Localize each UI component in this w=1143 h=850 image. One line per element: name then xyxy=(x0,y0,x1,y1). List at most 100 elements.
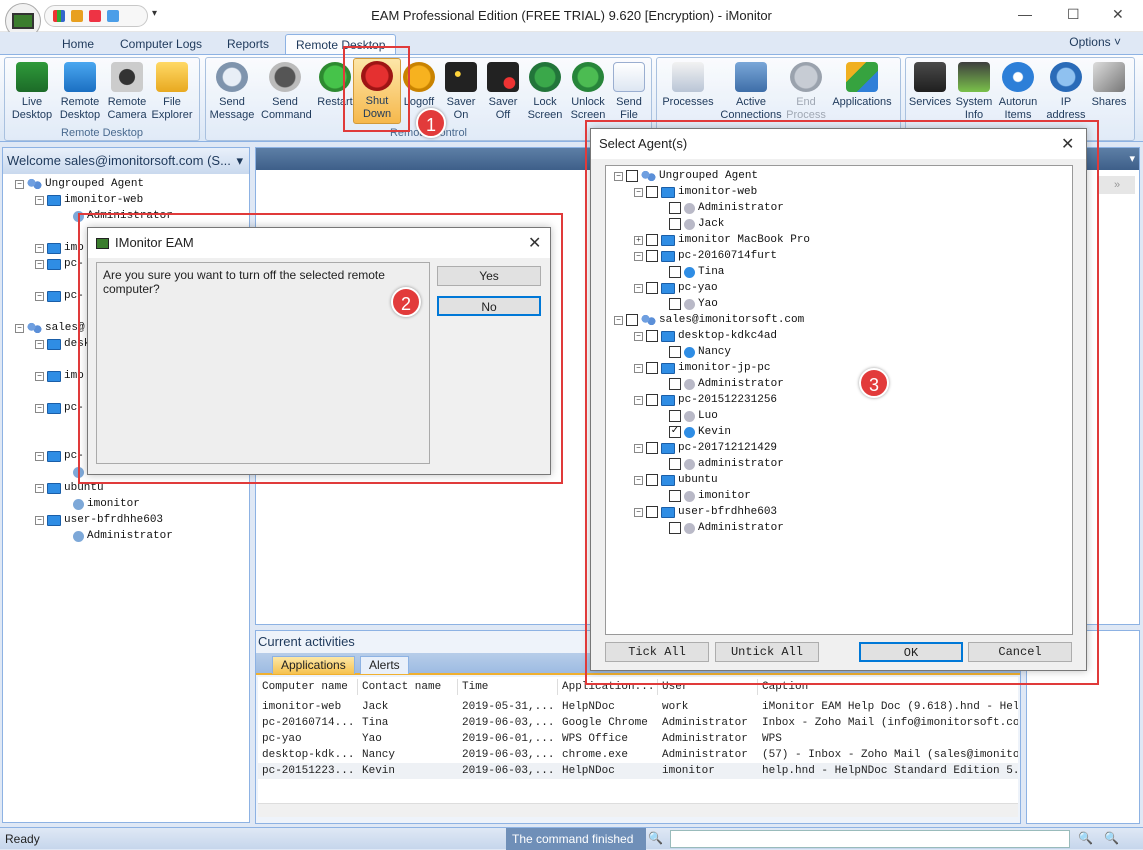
minimize-button[interactable]: — xyxy=(1018,6,1032,22)
ip-address-button[interactable]: IP address xyxy=(1042,60,1090,122)
autorun-items-button[interactable]: Autorun Items xyxy=(994,60,1042,122)
button-label: Autorun Items xyxy=(998,96,1038,121)
tree-node[interactable]: Administrator xyxy=(73,528,173,544)
file-icon xyxy=(613,62,645,92)
cell: 2019-06-03,... xyxy=(462,765,555,777)
processes-button[interactable]: Processes xyxy=(660,60,716,109)
column-header[interactable]: Time xyxy=(462,679,558,695)
tree-node[interactable]: − imo xyxy=(35,240,84,256)
table-row[interactable]: pc-20151223... Kevin 2019-06-03,... HelpNDo… xyxy=(258,763,1018,779)
cell: Yao xyxy=(362,733,382,745)
user-icon xyxy=(73,498,84,510)
cell: Google Chrome xyxy=(562,717,648,729)
column-header[interactable]: Contact name xyxy=(362,679,458,695)
screen-icon xyxy=(64,62,96,92)
tools-icon xyxy=(1093,62,1125,92)
button-label: Live Desktop xyxy=(11,96,53,121)
collapse-icon[interactable]: − xyxy=(35,243,44,253)
collapse-icon[interactable]: − xyxy=(35,451,44,461)
table-row[interactable]: pc-yao Yao 2019-06-01,... WPS Office Adminis… xyxy=(258,731,1018,747)
button-label: System Info xyxy=(955,96,993,121)
options-menu[interactable]: Options ˅ xyxy=(1069,35,1121,49)
tab-alerts[interactable]: Alerts xyxy=(360,656,409,674)
send-message-button[interactable]: Send Message xyxy=(208,60,256,122)
system-info-button[interactable]: System Info xyxy=(950,60,998,122)
search-icon[interactable]: 🔍 xyxy=(648,831,663,845)
collapse-icon[interactable]: − xyxy=(15,323,24,333)
saver-off-button[interactable]: Saver Off xyxy=(479,60,527,122)
button-label: Saver On xyxy=(446,96,476,121)
collapse-icon[interactable]: − xyxy=(15,179,24,189)
chevron-down-icon[interactable]: ▾ xyxy=(1129,152,1135,165)
table-row[interactable]: imonitor-web Jack 2019-05-31,... HelpNDoc wo… xyxy=(258,699,1018,715)
collapse-icon[interactable]: − xyxy=(35,483,44,493)
shares-button[interactable]: Shares xyxy=(1085,60,1133,109)
cell: WPS xyxy=(762,733,782,745)
step-badge-2: 2 xyxy=(391,287,421,317)
cell: iMonitor EAM Help Doc (9.618).hnd - Help… xyxy=(762,701,1018,713)
close-button[interactable]: ✕ xyxy=(1112,6,1124,23)
maximize-button[interactable]: ☐ xyxy=(1067,6,1080,23)
collapse-icon[interactable]: − xyxy=(35,371,44,381)
table-row[interactable]: desktop-kdk... Nancy 2019-06-03,... chrome.… xyxy=(258,747,1018,763)
tree-node[interactable]: − pc- xyxy=(35,288,84,304)
tab-home[interactable]: Home xyxy=(52,34,104,54)
zoom-in-icon[interactable]: 🔍 xyxy=(1104,831,1119,845)
tree-node[interactable]: − pc- xyxy=(35,448,84,464)
zoom-out-icon[interactable]: 🔍 xyxy=(1078,831,1093,845)
collapse-icon[interactable]: − xyxy=(35,339,44,349)
column-header[interactable]: Computer name xyxy=(262,679,358,695)
computer-icon xyxy=(47,514,61,526)
tree-node[interactable]: − Ungrouped Agent xyxy=(15,176,144,192)
tree-node[interactable]: imonitor xyxy=(73,496,140,512)
computer-icon xyxy=(47,258,61,270)
tab-applications[interactable]: Applications xyxy=(272,656,355,674)
horizontal-scrollbar[interactable] xyxy=(258,803,1018,817)
window-title: EAM Professional Edition (FREE TRIAL) 9.… xyxy=(371,8,772,23)
saver-on-button[interactable]: Saver On xyxy=(437,60,485,122)
file-explorer-button[interactable]: File Explorer xyxy=(148,60,196,122)
folder-icon xyxy=(156,62,188,92)
message-icon xyxy=(216,62,248,92)
tree-node[interactable]: − imo xyxy=(35,368,84,384)
tree-node[interactable]: − imonitor-web xyxy=(35,192,143,208)
cell: HelpNDoc xyxy=(562,701,615,713)
button-label: Services xyxy=(908,96,952,108)
welcome-header[interactable]: Welcome sales@imonitorsoft.com (S... ▾ xyxy=(3,148,249,174)
active-connections-button[interactable]: Active Connections xyxy=(720,60,782,122)
lock-icon xyxy=(529,62,561,92)
applications-icon xyxy=(846,62,878,92)
send-command-button[interactable]: Send Command xyxy=(261,60,312,122)
tree-node[interactable]: − pc- xyxy=(35,400,84,416)
tree-node[interactable]: − user-bfrdhhe603 xyxy=(35,512,163,528)
end-process-button[interactable]: End Process xyxy=(782,60,830,122)
tree-node[interactable]: − sales@ xyxy=(15,320,85,336)
collapse-icon[interactable]: − xyxy=(35,403,44,413)
node-label: imonitor xyxy=(87,498,140,510)
collapse-icon[interactable]: − xyxy=(35,195,44,205)
status-bar: Ready The command finished 🔍 🔍 🔍 xyxy=(0,827,1143,850)
send-file-button[interactable]: Send File xyxy=(605,60,653,122)
table-row[interactable]: pc-20160714... Tina 2019-06-03,... Google C… xyxy=(258,715,1018,731)
end-process-icon xyxy=(790,62,822,92)
services-button[interactable]: Services xyxy=(906,60,954,109)
chevron-down-icon[interactable]: ▾ xyxy=(236,153,243,169)
remote-camera-button[interactable]: Remote Camera xyxy=(103,60,151,122)
button-label: Unlock Screen xyxy=(570,96,606,121)
button-label: Remote Camera xyxy=(107,96,147,121)
collapse-icon[interactable]: − xyxy=(35,259,44,269)
collapse-icon[interactable]: − xyxy=(35,515,44,525)
scroll-right-icon[interactable]: » xyxy=(1099,176,1135,194)
lock-screen-button[interactable]: Lock Screen xyxy=(521,60,569,122)
status-search-field[interactable] xyxy=(670,830,1070,848)
live-desktop-button[interactable]: Live Desktop xyxy=(8,60,56,122)
tab-computer-logs[interactable]: Computer Logs xyxy=(110,34,212,54)
tree-node[interactable]: − pc- xyxy=(35,256,84,272)
cell: work xyxy=(662,701,689,713)
collapse-icon[interactable]: − xyxy=(35,291,44,301)
tab-reports[interactable]: Reports xyxy=(217,34,279,54)
computer-icon xyxy=(47,242,61,254)
applications-button[interactable]: Applications xyxy=(830,60,894,109)
button-label: Send Message xyxy=(209,96,255,121)
remote-desktop-button[interactable]: Remote Desktop xyxy=(56,60,104,122)
